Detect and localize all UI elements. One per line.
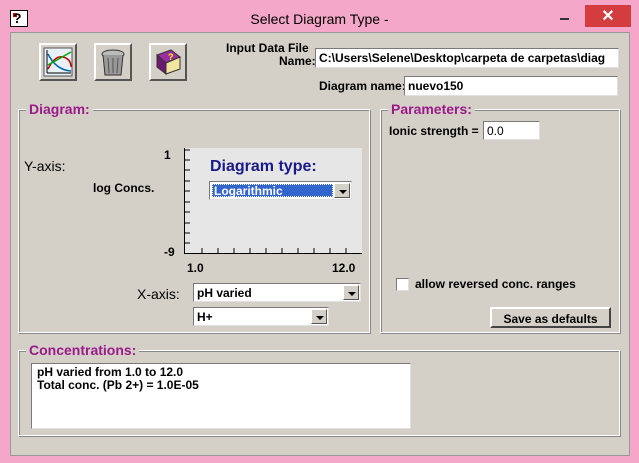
x-axis-label: X-axis: bbox=[137, 286, 180, 302]
delete-button[interactable] bbox=[94, 43, 132, 81]
save-defaults-button[interactable]: Save as defaults bbox=[490, 307, 611, 328]
trash-can-icon bbox=[101, 49, 125, 76]
x-min-label: 1.0 bbox=[187, 261, 204, 275]
y-min-label: -9 bbox=[164, 245, 175, 259]
plot-diagram-icon bbox=[43, 47, 73, 77]
diagram-type-title: Diagram type: bbox=[210, 158, 317, 175]
chevron-down-icon[interactable] bbox=[311, 309, 327, 324]
parameters-group bbox=[380, 109, 620, 333]
parameters-group-title: Parameters: bbox=[388, 101, 475, 117]
ionic-strength-label: Ionic strength = bbox=[389, 124, 479, 138]
reversed-ranges-checkbox[interactable] bbox=[396, 278, 409, 291]
chevron-down-icon[interactable] bbox=[343, 285, 359, 300]
plot-diagram-button[interactable] bbox=[39, 43, 77, 81]
y-axis-label: Y-axis: bbox=[24, 158, 66, 174]
concentrations-group-title: Concentrations: bbox=[26, 342, 140, 358]
minimize-button[interactable] bbox=[549, 6, 579, 28]
close-button[interactable]: ✕ bbox=[585, 5, 631, 27]
concentrations-line-2: Total conc. (Pb 2+) = 1.0E-05 bbox=[37, 378, 199, 392]
minimize-icon bbox=[560, 18, 569, 20]
diagram-group-title: Diagram: bbox=[26, 101, 93, 117]
help-book-icon: ? bbox=[156, 49, 181, 76]
diagram-type-select[interactable]: Logarithmic bbox=[209, 181, 352, 200]
diagram-name-label: Diagram name: bbox=[319, 79, 406, 93]
concentrations-textarea[interactable]: pH varied from 1.0 to 12.0 Total conc. (… bbox=[31, 363, 411, 429]
diagram-type-value: Logarithmic bbox=[214, 184, 283, 198]
window-title: Select Diagram Type - bbox=[250, 11, 389, 27]
svg-text:?: ? bbox=[168, 52, 174, 62]
x-axis-component-value: H+ bbox=[197, 310, 213, 324]
input-file-label: Input Data File bbox=[226, 41, 309, 55]
x-max-label: 12.0 bbox=[332, 261, 356, 275]
y-axis-value: log Concs. bbox=[93, 181, 155, 195]
x-axis-component-select[interactable]: H+ bbox=[193, 307, 329, 326]
diagram-name-field[interactable]: nuevo150 bbox=[404, 76, 618, 96]
ionic-strength-field[interactable]: 0.0 bbox=[483, 121, 540, 140]
x-axis-select[interactable]: pH varied bbox=[193, 283, 361, 302]
input-file-label-name: Name: bbox=[279, 54, 316, 68]
input-file-field[interactable]: C:\Users\Selene\Desktop\carpeta de carpe… bbox=[315, 48, 619, 68]
help-button[interactable]: ? bbox=[149, 43, 187, 81]
x-axis-value: pH varied bbox=[197, 286, 252, 300]
close-icon: ✕ bbox=[601, 8, 615, 25]
save-defaults-label: Save as defaults bbox=[503, 312, 598, 326]
reversed-ranges-label: allow reversed conc. ranges bbox=[415, 277, 576, 291]
y-max-label: 1 bbox=[164, 148, 171, 162]
chevron-down-icon[interactable] bbox=[334, 183, 350, 198]
